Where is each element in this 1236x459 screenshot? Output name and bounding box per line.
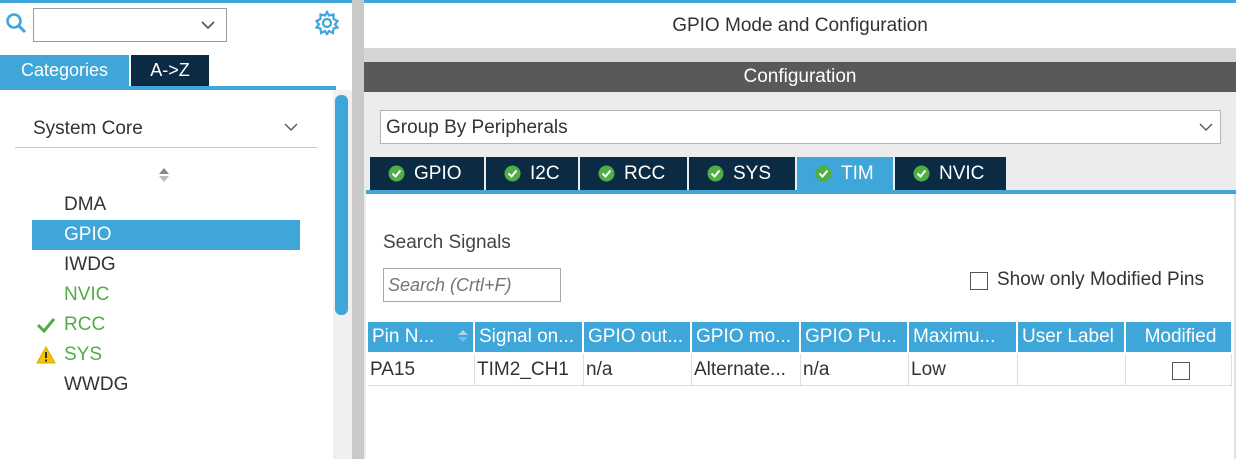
tab-i2c[interactable]: I2C [486,157,578,190]
check-circle-icon [913,165,930,182]
left-panel: Categories A->Z System Core DMA GPIO IWD… [0,0,352,459]
warning-icon [36,346,56,364]
checkmark-icon [36,318,56,334]
tab-label: I2C [530,163,560,184]
table-cell-gpio-pull[interactable]: n/a [801,354,909,386]
category-item-label: NVIC [64,284,110,305]
tab-categories[interactable]: Categories [0,55,129,86]
column-header-gpio-mode[interactable]: GPIO mo... [692,322,800,352]
tab-underline [0,86,336,90]
table-cell-pin[interactable]: PA15 [368,354,475,386]
accent-line [364,0,1236,3]
group-by-select[interactable]: Group By Peripherals [380,110,1221,144]
table-cell-gpio-output[interactable]: n/a [584,354,692,386]
gear-icon[interactable] [314,10,340,36]
tab-tim[interactable]: TIM [797,157,893,190]
table-cell-user-label[interactable] [1018,354,1126,386]
column-header-gpio-pull[interactable]: GPIO Pu... [801,322,908,352]
check-circle-icon [504,165,521,182]
search-combo[interactable] [33,8,227,42]
panel-splitter[interactable] [352,0,364,459]
sort-icon[interactable] [457,328,469,344]
tab-gpio[interactable]: GPIO [370,157,484,190]
modified-checkbox[interactable] [1172,362,1190,380]
category-select-value: System Core [33,118,143,139]
scrollbar-thumb[interactable] [335,95,348,315]
tab-a-to-z[interactable]: A->Z [131,55,209,86]
category-item-wwdg[interactable]: WWDG [32,370,300,400]
category-item-label: IWDG [64,254,116,275]
search-icon[interactable] [5,12,27,34]
tab-label: SYS [733,163,772,184]
category-item-iwdg[interactable]: IWDG [32,250,300,280]
column-header-signal[interactable]: Signal on... [475,322,583,352]
category-select[interactable]: System Core [15,110,317,148]
column-header-label: Pin N... [372,326,435,347]
tab-nvic[interactable]: NVIC [895,157,1006,190]
column-header-pin[interactable]: Pin N... [368,322,474,352]
column-header-label: GPIO out... [588,326,684,347]
column-header-label: GPIO mo... [696,326,792,347]
tab-rcc[interactable]: RCC [580,157,687,190]
column-header-label: Modified [1144,326,1217,347]
tab-label: RCC [624,163,666,184]
table-cell-signal[interactable]: TIM2_CH1 [475,354,584,386]
right-panel: GPIO Mode and Configuration Configuratio… [364,0,1236,459]
tab-label: GPIO [414,163,462,184]
category-item-sys[interactable]: SYS [32,340,300,370]
column-header-label: Maximu... [913,326,996,347]
column-header-user-label[interactable]: User Label [1018,322,1125,352]
column-header-gpio-output[interactable]: GPIO out... [584,322,691,352]
category-item-label: GPIO [64,224,112,245]
chevron-down-icon[interactable] [200,17,216,33]
sort-icon[interactable] [157,166,171,184]
category-item-rcc[interactable]: RCC [32,310,300,340]
category-item-label: SYS [64,344,103,365]
tab-sys[interactable]: SYS [689,157,795,190]
search-signals-input[interactable] [383,268,561,302]
category-item-label: WWDG [64,374,129,395]
category-item-gpio[interactable]: GPIO [32,220,300,250]
divider [364,48,1236,62]
chevron-down-icon[interactable] [1198,119,1214,135]
column-header-label: Signal on... [479,326,575,347]
category-item-nvic[interactable]: NVIC [32,280,300,310]
column-header-modified[interactable]: Modified [1126,322,1232,352]
tab-label: NVIC [939,163,985,184]
table-cell-gpio-mode[interactable]: Alternate... [692,354,801,386]
check-circle-icon [388,165,405,182]
check-circle-icon [598,165,615,182]
category-item-label: RCC [64,314,106,335]
category-item-label: DMA [64,194,107,215]
page-title: GPIO Mode and Configuration [672,15,928,36]
chevron-down-icon[interactable] [283,119,299,135]
show-modified-label: Show only Modified Pins [997,269,1204,290]
column-header-maximum[interactable]: Maximu... [909,322,1017,352]
check-circle-icon [707,165,724,182]
accent-line [0,0,352,3]
configuration-header: Configuration [364,62,1236,92]
column-header-label: User Label [1022,326,1114,347]
table-cell-maximum[interactable]: Low [909,354,1018,386]
check-circle-icon [815,165,832,182]
group-by-select-value: Group By Peripherals [386,117,568,138]
tab-label: TIM [841,163,874,184]
column-header-label: GPIO Pu... [805,326,897,347]
category-item-dma[interactable]: DMA [32,190,300,220]
search-signals-label: Search Signals [383,232,511,253]
show-modified-checkbox[interactable] [970,272,988,290]
